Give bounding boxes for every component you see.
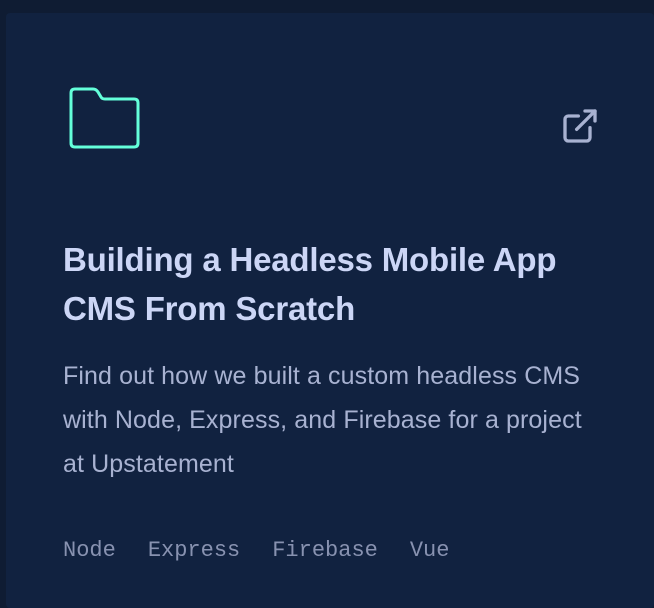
folder-icon (67, 86, 143, 162)
tech-item: Firebase (272, 538, 378, 563)
tech-item: Node (63, 538, 116, 563)
external-link-icon[interactable] (559, 105, 601, 147)
tech-item: Vue (409, 538, 450, 563)
project-title[interactable]: Building a Headless Mobile App CMS From … (63, 235, 623, 333)
tech-list: Node Express Firebase Vue (63, 535, 481, 567)
project-description: Find out how we built a custom headless … (63, 362, 582, 478)
tech-item: Express (147, 538, 241, 563)
project-card: Building a Headless Mobile App CMS From … (6, 13, 654, 608)
